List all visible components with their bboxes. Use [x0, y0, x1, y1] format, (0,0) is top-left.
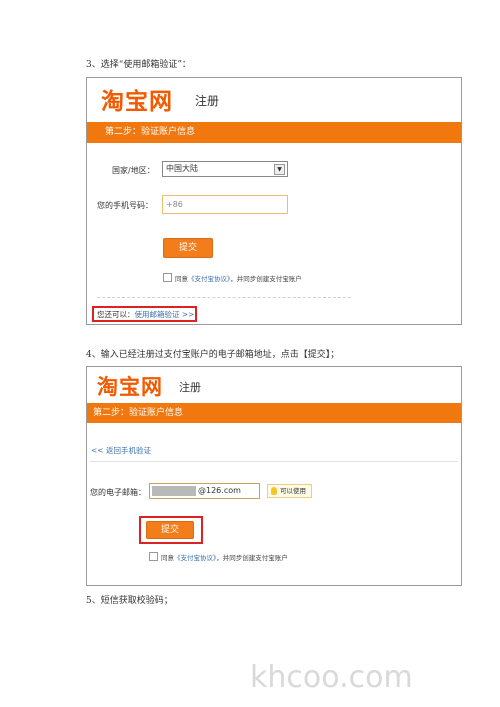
taobao-logo[interactable]: 淘宝网 [101, 82, 173, 116]
divider [90, 461, 458, 462]
alipay-agreement-link[interactable]: 《支付宝协议》 [188, 275, 230, 283]
taobao-logo[interactable]: 淘宝网 [97, 371, 163, 401]
step-bar: 第二步：验证账户信息 [87, 122, 461, 143]
hint-text: 可以使用 [280, 487, 306, 495]
alt-prefix: 您还可以： [97, 310, 135, 319]
register-title: 注册 [179, 381, 201, 394]
back-phone-link[interactable]: 返回手机验证 [106, 446, 151, 455]
phone-input[interactable]: +86 [162, 195, 288, 214]
step3-text: 3、选择“使用邮箱验证”： [86, 60, 191, 70]
phone-label: 您的手机号码： [97, 201, 153, 210]
step-bar: 第二步：验证账户信息 [87, 403, 461, 423]
step4-text: 4、输入已经注册过支付宝账户的电子邮箱地址，点击【提交】； [86, 350, 340, 360]
divider [97, 297, 351, 298]
agree-suffix: ，并同步创建支付宝账户 [230, 275, 302, 283]
alt-option: 您还可以：使用邮箱验证 >> [97, 309, 194, 320]
email-domain: @126.com [198, 486, 241, 495]
submit-button[interactable]: 提交 [146, 521, 194, 539]
lightbulb-icon [271, 487, 277, 495]
double-left-arrow-icon[interactable]: << [91, 446, 104, 455]
email-input[interactable]: @126.com [149, 483, 260, 499]
back-to-phone[interactable]: << 返回手机验证 [91, 445, 151, 456]
agree-text: 同意《支付宝协议》，并同步创建支付宝账户 [175, 273, 302, 283]
country-value: 中国大陆 [166, 164, 198, 173]
register-title: 注册 [195, 94, 220, 108]
phone-placeholder: +86 [166, 200, 183, 209]
agree-checkbox[interactable] [163, 273, 172, 282]
double-right-arrow-icon[interactable]: >> [182, 310, 195, 319]
chevron-down-icon[interactable]: ▼ [274, 164, 285, 175]
use-email-link[interactable]: 使用邮箱验证 [135, 310, 180, 319]
screenshot-phone-verification: 淘宝网 注册 第二步：验证账户信息 国家/地区： 中国大陆 ▼ 您的手机号码： … [86, 77, 462, 325]
agree-suffix: ，并同步创建支付宝账户 [216, 554, 288, 562]
redacted-email-user [152, 486, 196, 496]
country-label: 国家/地区： [112, 166, 155, 175]
email-hint: 可以使用 [267, 484, 312, 498]
step5-text: 5、短信获取校验码； [86, 596, 173, 606]
agree-prefix: 同意 [175, 275, 188, 283]
document-page: 3、选择“使用邮箱验证”： 淘宝网 注册 第二步：验证账户信息 国家/地区： 中… [0, 0, 500, 707]
email-label: 您的电子邮箱： [90, 488, 146, 497]
agree-checkbox[interactable] [149, 552, 158, 561]
agree-text: 同意《支付宝协议》，并同步创建支付宝账户 [161, 552, 288, 562]
submit-button[interactable]: 提交 [163, 238, 213, 258]
agree-prefix: 同意 [161, 554, 174, 562]
alipay-agreement-link[interactable]: 《支付宝协议》 [174, 554, 216, 562]
watermark: khcoo.com [250, 660, 413, 695]
country-select[interactable]: 中国大陆 ▼ [162, 161, 288, 177]
screenshot-email-verification: 淘宝网 注册 第二步：验证账户信息 << 返回手机验证 您的电子邮箱： @126… [86, 366, 462, 586]
